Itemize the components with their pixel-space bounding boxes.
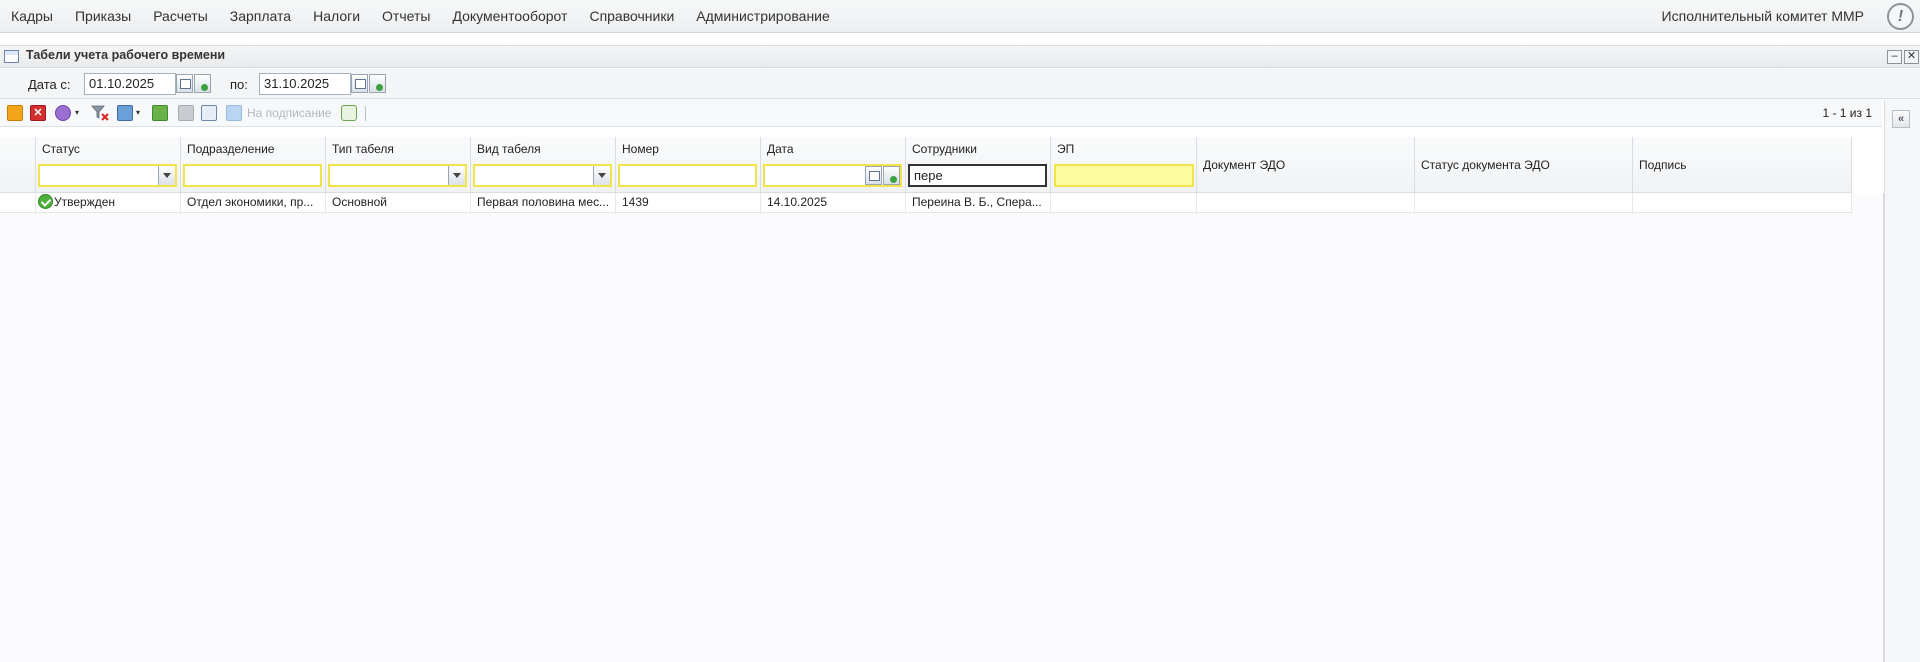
expand-panel-icon[interactable]: « bbox=[1892, 110, 1910, 128]
menu-item-otchety[interactable]: Отчеты bbox=[371, 0, 441, 33]
column-signature-ep[interactable]: ЭП bbox=[1051, 137, 1197, 193]
column-edo-document[interactable]: Документ ЭДО bbox=[1197, 137, 1415, 193]
export-icon[interactable] bbox=[201, 105, 217, 121]
unsign-icon[interactable] bbox=[178, 105, 194, 121]
column-timesheet-type[interactable]: Тип табеля bbox=[326, 137, 471, 193]
column-date-title: Дата bbox=[767, 142, 794, 156]
date-filter-clear-icon[interactable] bbox=[883, 166, 900, 185]
minimize-button[interactable]: – bbox=[1887, 50, 1902, 64]
column-edo-status-title: Статус документа ЭДО bbox=[1421, 158, 1550, 172]
approved-check-icon bbox=[38, 194, 53, 209]
date-from-input[interactable]: 01.10.2025 bbox=[84, 73, 176, 95]
column-timesheet-kind-title: Вид табеля bbox=[477, 142, 541, 156]
date-to-input[interactable]: 31.10.2025 bbox=[259, 73, 351, 95]
chevron-down-icon[interactable] bbox=[158, 166, 175, 185]
timesheet-kind-filter-combo[interactable] bbox=[473, 164, 612, 187]
menu-item-zarplata[interactable]: Зарплата bbox=[219, 0, 302, 33]
right-collapsed-panel bbox=[1884, 100, 1920, 662]
clear-filter-icon[interactable] bbox=[91, 105, 109, 121]
menu-item-administrirovanie[interactable]: Администрирование bbox=[685, 0, 841, 33]
column-status[interactable]: Статус bbox=[36, 137, 181, 193]
delete-icon[interactable]: ✕ bbox=[30, 105, 46, 121]
signature-ep-cell bbox=[1051, 193, 1197, 213]
column-timesheet-kind[interactable]: Вид табеля bbox=[471, 137, 616, 193]
menu-item-spravochniki[interactable]: Справочники bbox=[578, 0, 685, 33]
column-employees[interactable]: Сотрудники пере bbox=[906, 137, 1051, 193]
date-cell: 14.10.2025 bbox=[761, 193, 906, 213]
column-status-title: Статус bbox=[42, 142, 80, 156]
print-icon[interactable] bbox=[117, 105, 133, 121]
date-filter-input[interactable] bbox=[763, 164, 902, 187]
menu-item-nalogi[interactable]: Налоги bbox=[302, 0, 371, 33]
help-icon[interactable]: ! bbox=[1887, 3, 1914, 30]
window-title: Табели учета рабочего времени bbox=[26, 48, 226, 62]
column-number[interactable]: Номер bbox=[616, 137, 761, 193]
column-number-title: Номер bbox=[622, 142, 659, 156]
chevron-down-icon[interactable] bbox=[593, 166, 610, 185]
send-for-signing-icon[interactable] bbox=[226, 105, 242, 121]
refresh-icon[interactable] bbox=[341, 105, 357, 121]
number-filter-input[interactable] bbox=[618, 164, 757, 187]
column-department-title: Подразделение bbox=[187, 142, 275, 156]
print-dropdown-icon[interactable]: ▾ bbox=[136, 108, 140, 117]
chevron-down-icon[interactable] bbox=[448, 166, 465, 185]
date-filter-row: Дата с: 01.10.2025 по: 31.10.2025 bbox=[0, 69, 1920, 99]
toolbar-separator bbox=[365, 106, 366, 121]
status-filter-combo[interactable] bbox=[38, 164, 177, 187]
signature-ep-filter-input[interactable] bbox=[1054, 164, 1194, 187]
edo-status-cell bbox=[1415, 193, 1633, 213]
status-value: Утвержден bbox=[54, 195, 116, 209]
grid-toolbar: ✕ ▾ ▾ На подписание 1 - 1 из 1 bbox=[0, 99, 1882, 127]
main-menu: Кадры Приказы Расчеты Зарплата Налоги От… bbox=[0, 0, 841, 33]
edit-icon[interactable] bbox=[7, 105, 23, 121]
date-to-clear-icon[interactable] bbox=[369, 74, 386, 93]
pager-info: 1 - 1 из 1 bbox=[1822, 106, 1872, 120]
row-number-header bbox=[0, 137, 36, 193]
actions-dropdown-icon[interactable]: ▾ bbox=[75, 108, 79, 117]
type-cell: Основной bbox=[326, 193, 471, 213]
row-number-cell bbox=[0, 193, 36, 213]
date-to-label: по: bbox=[230, 77, 248, 92]
status-cell: Утвержден bbox=[36, 193, 181, 213]
kind-cell: Первая половина мес... bbox=[471, 193, 616, 213]
column-date[interactable]: Дата bbox=[761, 137, 906, 193]
table-row[interactable]: Утвержден Отдел экономики, пр... Основно… bbox=[0, 193, 1852, 213]
top-menu-bar: Кадры Приказы Расчеты Зарплата Налоги От… bbox=[0, 0, 1920, 33]
window-icon bbox=[4, 50, 19, 63]
edo-document-cell bbox=[1197, 193, 1415, 213]
date-from-clear-icon[interactable] bbox=[194, 74, 211, 93]
column-timesheet-type-title: Тип табеля bbox=[332, 142, 394, 156]
menu-item-kadry[interactable]: Кадры bbox=[0, 0, 64, 33]
column-signature-ep-title: ЭП bbox=[1057, 142, 1075, 156]
employees-cell: Переина В. Б., Спера... bbox=[906, 193, 1051, 213]
close-button[interactable]: ✕ bbox=[1904, 50, 1919, 64]
column-department[interactable]: Подразделение bbox=[181, 137, 326, 193]
number-cell: 1439 bbox=[616, 193, 761, 213]
organization-name[interactable]: Исполнительный комитет ММР bbox=[1662, 0, 1864, 32]
date-from-label: Дата с: bbox=[28, 77, 71, 92]
signature-cell bbox=[1633, 193, 1852, 213]
date-filter-calendar-icon[interactable] bbox=[865, 166, 882, 185]
window-header: Табели учета рабочего времени – ✕ bbox=[0, 45, 1920, 68]
department-cell: Отдел экономики, пр... bbox=[181, 193, 326, 213]
department-filter-input[interactable] bbox=[183, 164, 322, 187]
column-signature[interactable]: Подпись bbox=[1633, 137, 1852, 193]
sign-icon[interactable] bbox=[152, 105, 168, 121]
grid-body bbox=[0, 193, 1884, 662]
column-edo-document-title: Документ ЭДО bbox=[1203, 158, 1286, 172]
date-to-calendar-icon[interactable] bbox=[351, 74, 368, 93]
employees-filter-input[interactable]: пере bbox=[908, 164, 1047, 187]
menu-item-prikazy[interactable]: Приказы bbox=[64, 0, 142, 33]
date-from-calendar-icon[interactable] bbox=[176, 74, 193, 93]
column-employees-title: Сотрудники bbox=[912, 142, 977, 156]
menu-item-raschety[interactable]: Расчеты bbox=[142, 0, 219, 33]
column-edo-status[interactable]: Статус документа ЭДО bbox=[1415, 137, 1633, 193]
menu-item-dokumentooborot[interactable]: Документооборот bbox=[441, 0, 578, 33]
actions-icon[interactable] bbox=[55, 105, 71, 121]
grid-header: Статус Подразделение Тип табеля Вид табе… bbox=[0, 137, 1852, 193]
timesheet-type-filter-combo[interactable] bbox=[328, 164, 467, 187]
send-for-signing-button[interactable]: На подписание bbox=[247, 106, 331, 120]
column-signature-title: Подпись bbox=[1639, 158, 1687, 172]
